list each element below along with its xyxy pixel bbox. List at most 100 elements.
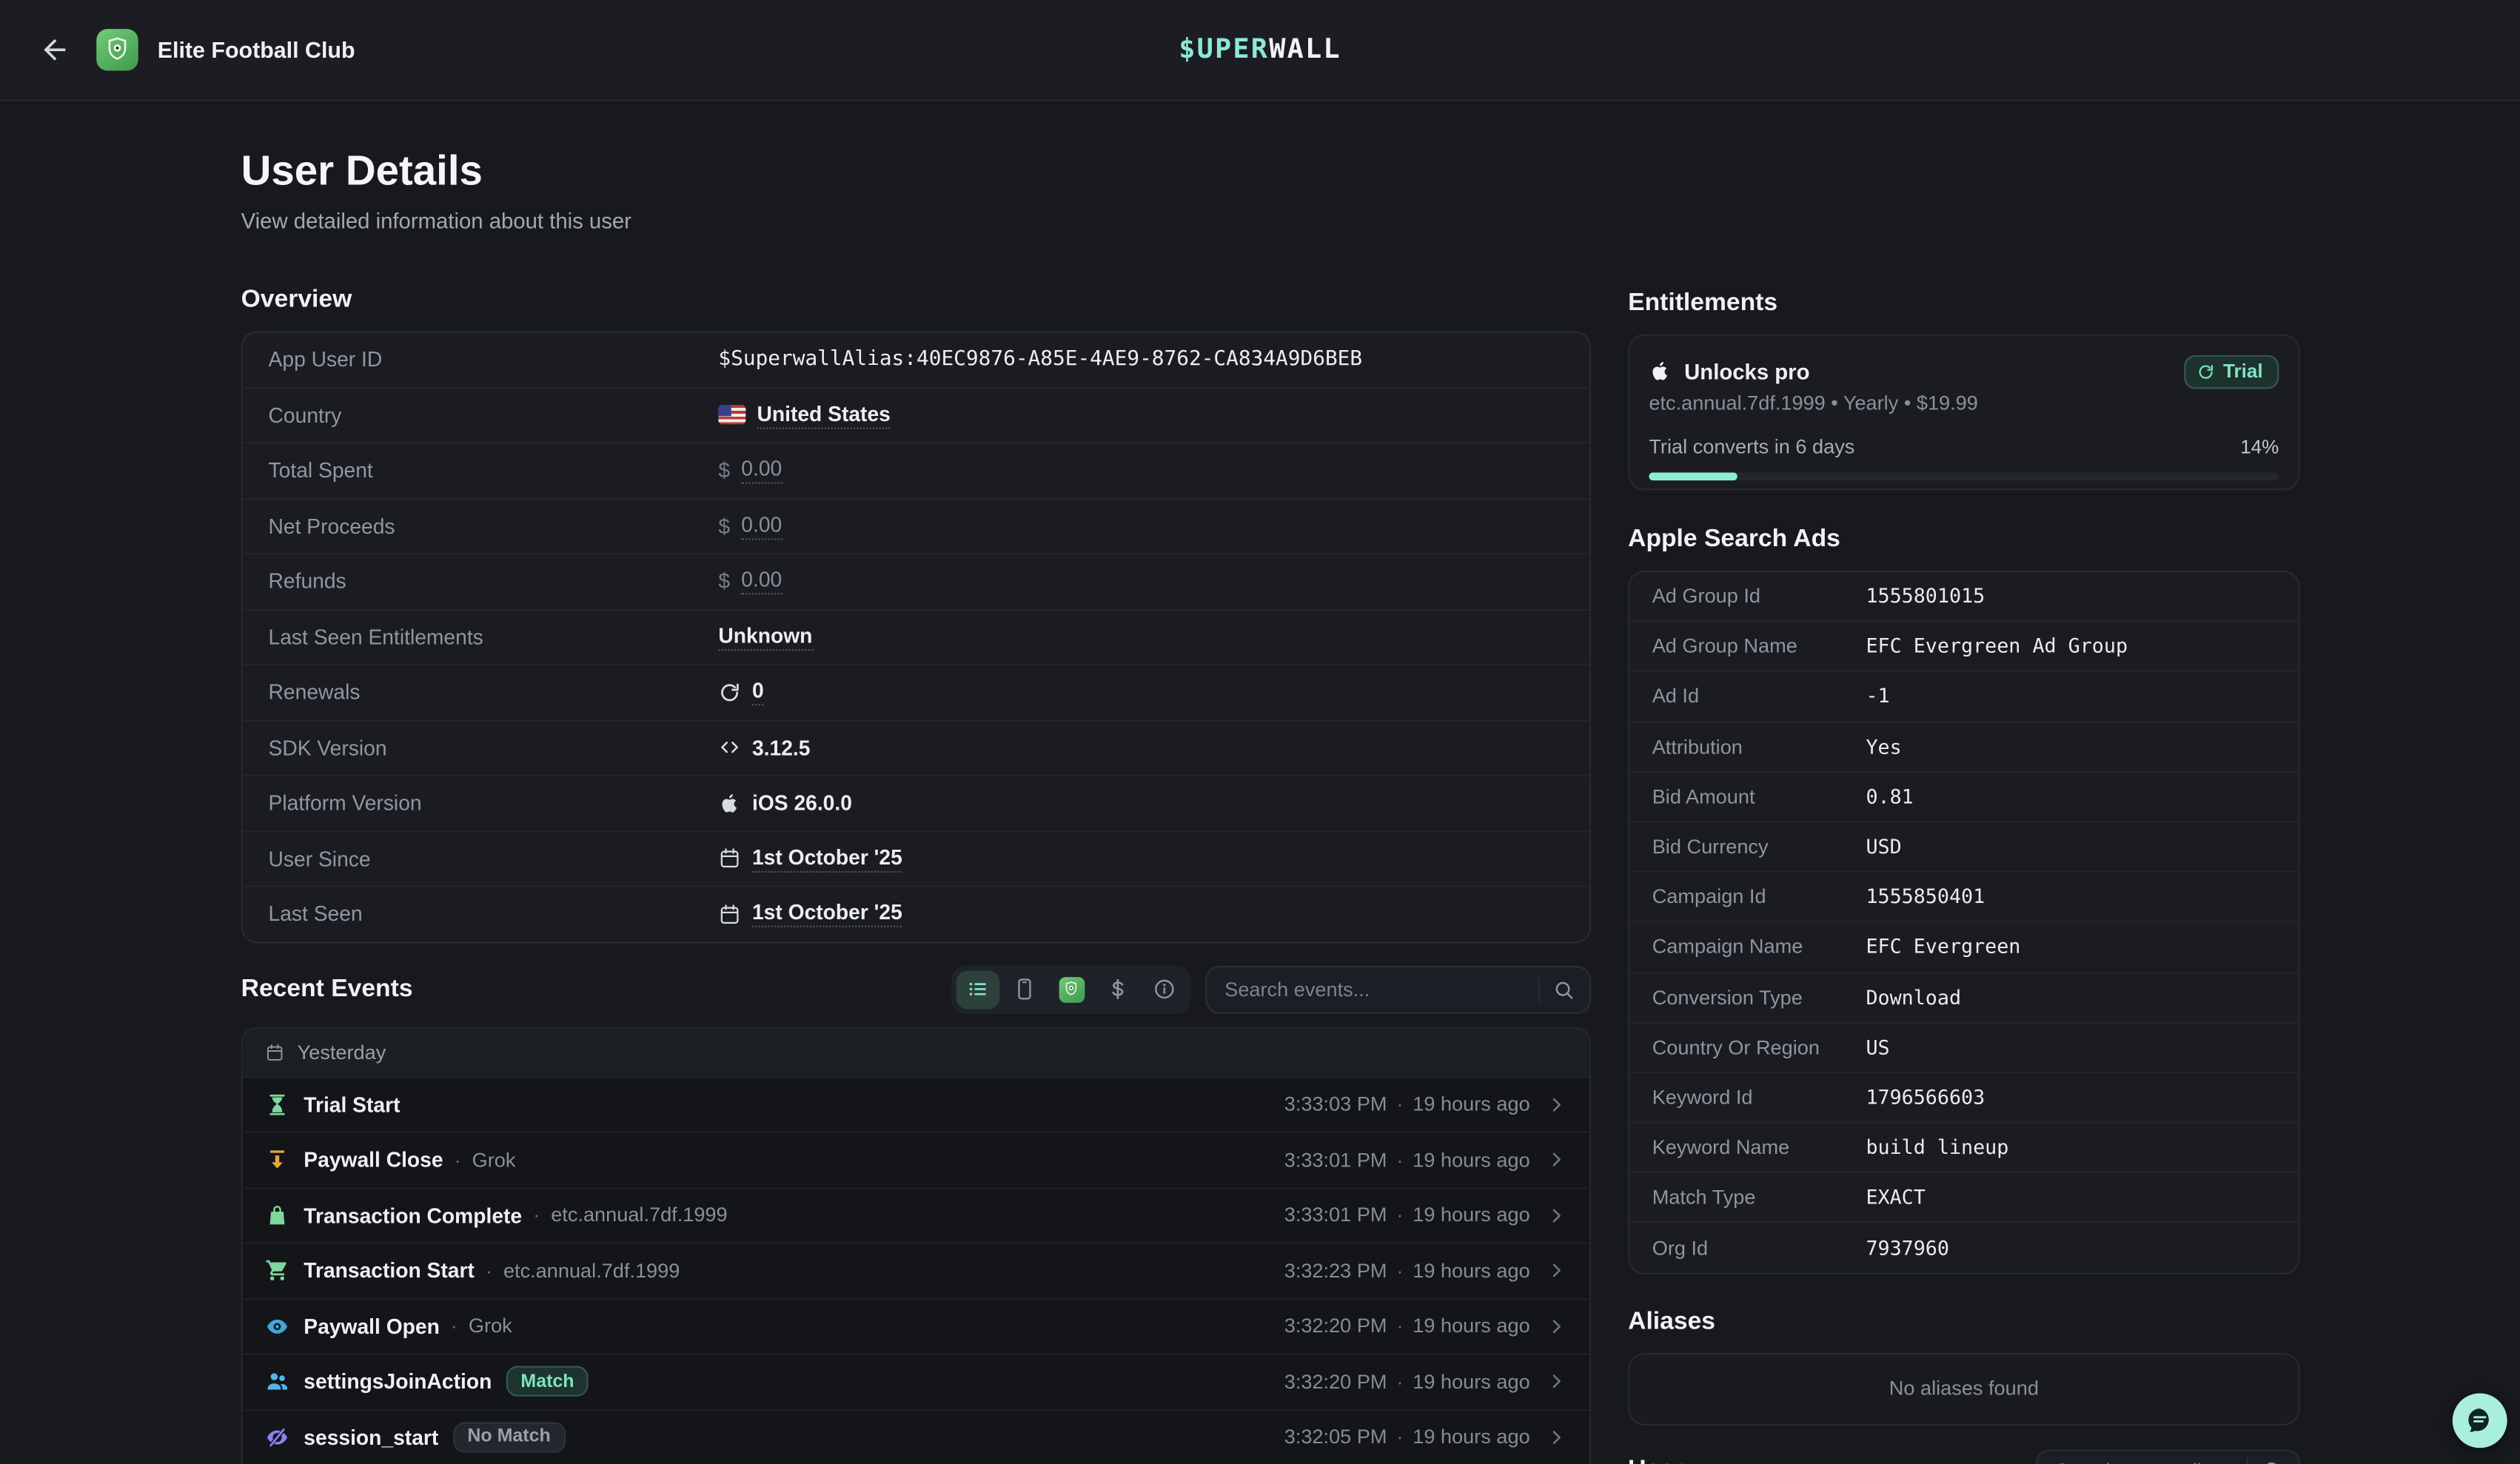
trial-converts-text: Trial converts in 6 days (1649, 435, 1854, 457)
event-time: 3:32:05 PM (1284, 1426, 1387, 1448)
asa-label: Match Type (1652, 1186, 1866, 1209)
aliases-card: No aliases found (1628, 1352, 2299, 1425)
overview-card: App User ID $SuperwallAlias:40EC9876-A85… (241, 331, 1592, 942)
asa-row: Ad Group Name EFC Evergreen Ad Group (1629, 621, 2298, 671)
eye-off-icon (265, 1425, 289, 1449)
event-name: session_start (304, 1425, 438, 1449)
events-heading: Recent Events (241, 973, 413, 1005)
apple-search-ads-heading: Apple Search Ads (1628, 524, 2299, 556)
refresh-icon (718, 681, 740, 703)
chevron-right-icon (1546, 1149, 1566, 1170)
us-flag-icon (718, 406, 745, 425)
event-name: Paywall Close (304, 1148, 443, 1172)
event-row[interactable]: Paywall Open·Grok 3:32:20 PM · 19 hours … (243, 1297, 1589, 1353)
filter-list-button[interactable] (956, 970, 1000, 1008)
asa-value: EFC Evergreen (1866, 936, 2020, 958)
asa-value: Download (1866, 986, 1961, 1008)
asa-row: Keyword Id 1796566603 (1629, 1072, 2298, 1122)
right-column: Entitlements Unlocks pro Trial etc.annua… (1628, 101, 2299, 1464)
event-relative-time: 19 hours ago (1413, 1093, 1529, 1115)
download-icon (265, 1148, 289, 1172)
overview-row: Net Proceeds $0.00 (243, 497, 1589, 553)
separator-dot: · (1397, 1204, 1404, 1226)
trial-progress-row: Trial converts in 6 days 14% (1649, 435, 2279, 457)
event-time: 3:33:01 PM (1284, 1149, 1387, 1171)
back-button[interactable] (38, 34, 70, 66)
separator-dot: · (1397, 1149, 1404, 1171)
events-searchbox[interactable] (1205, 965, 1591, 1013)
events-search-input[interactable] (1222, 976, 1529, 1002)
overview-label: Net Proceeds (269, 514, 719, 538)
filter-app-logo-button[interactable] (1050, 970, 1093, 1008)
overview-label: User Since (269, 847, 719, 871)
event-row[interactable]: session_startNo Match 3:32:05 PM · 19 ho… (243, 1408, 1589, 1464)
overview-row: Last Seen Entitlements Unknown (243, 608, 1589, 664)
overview-value: 0.00 (741, 568, 782, 595)
separator-dot: · (451, 1315, 458, 1337)
overview-heading: Overview (241, 284, 1592, 316)
event-row[interactable]: Paywall Close·Grok 3:33:01 PM · 19 hours… (243, 1132, 1589, 1187)
overview-value: 0.00 (741, 457, 782, 484)
overview-row: Platform Version iOS 26.0.0 (243, 775, 1589, 830)
entitlement-subtitle: etc.annual.7df.1999 • Yearly • $19.99 (1649, 392, 2279, 414)
apple-icon (1649, 360, 1671, 382)
event-row[interactable]: Transaction Complete·etc.annual.7df.1999… (243, 1186, 1589, 1242)
event-relative-time: 19 hours ago (1413, 1426, 1529, 1448)
currency-symbol: $ (718, 458, 730, 483)
chevron-right-icon (1546, 1371, 1566, 1392)
event-row[interactable]: Transaction Start·etc.annual.7df.1999 3:… (243, 1242, 1589, 1297)
app-logo-icon (96, 29, 138, 70)
user-attributes-searchbox[interactable] (2037, 1449, 2300, 1464)
asa-value: 7937960 (1866, 1237, 1949, 1259)
asa-label: Bid Amount (1652, 785, 1866, 807)
topbar: Elite Football Club $UPERWALL (0, 0, 2520, 101)
overview-value: 3.12.5 (752, 736, 810, 760)
page-title: User Details (241, 144, 1592, 195)
event-filter-segmented-control (951, 965, 1190, 1013)
apple-icon (718, 792, 740, 814)
event-subtitle: etc.annual.7df.1999 (551, 1204, 727, 1226)
event-row[interactable]: Trial Start 3:33:03 PM · 19 hours ago (243, 1076, 1589, 1132)
chat-button[interactable] (2453, 1393, 2507, 1448)
search-icon (1552, 978, 1575, 1000)
events-card: Yesterday Trial Start 3:33:03 PM · 19 ho… (241, 1026, 1592, 1464)
asa-row: Ad Group Id 1555801015 (1629, 572, 2298, 621)
asa-value: 1555850401 (1866, 886, 1985, 908)
asa-label: Campaign Id (1652, 886, 1866, 908)
chevron-right-icon (1546, 1427, 1566, 1448)
logo-prefix: $UPER (1179, 34, 1269, 66)
overview-row: App User ID $SuperwallAlias:40EC9876-A85… (243, 332, 1589, 386)
event-row[interactable]: settingsJoinActionMatch 3:32:20 PM · 19 … (243, 1353, 1589, 1408)
trial-clock-icon (2197, 363, 2215, 380)
asa-row: Campaign Id 1555850401 (1629, 871, 2298, 921)
separator-dot: · (1397, 1426, 1404, 1448)
asa-label: Attribution (1652, 736, 1866, 758)
overview-label: App User ID (269, 348, 719, 372)
asa-row: Match Type EXACT (1629, 1172, 2298, 1222)
asa-label: Bid Currency (1652, 836, 1866, 858)
asa-value: Yes (1866, 736, 1901, 758)
filter-info-button[interactable] (1143, 970, 1187, 1008)
asa-label: Keyword Name (1652, 1136, 1866, 1158)
event-time: 3:32:23 PM (1284, 1260, 1387, 1282)
trial-progress-bar (1649, 472, 2279, 480)
entitlement-name: Unlocks pro (1684, 359, 1809, 383)
asa-label: Keyword Id (1652, 1087, 1866, 1109)
user-attributes-search-input[interactable] (2052, 1457, 2237, 1464)
overview-row: User Since 1st October '25 (243, 830, 1589, 885)
chevron-right-icon (1546, 1205, 1566, 1226)
asa-label: Country Or Region (1652, 1036, 1866, 1058)
entitlements-heading: Entitlements (1628, 288, 2299, 320)
overview-value: 1st October '25 (752, 845, 902, 873)
events-toolbar (951, 965, 1591, 1013)
asa-value: 1555801015 (1866, 585, 1985, 608)
event-name: Trial Start (304, 1092, 400, 1117)
trial-progress-fill (1649, 472, 1737, 480)
filter-phone-button[interactable] (1003, 970, 1047, 1008)
asa-row: Bid Currency USD (1629, 821, 2298, 871)
search-divider (1538, 976, 1540, 1002)
filter-dollar-button[interactable] (1096, 970, 1140, 1008)
asa-row: Conversion Type Download (1629, 972, 2298, 1022)
overview-label: Platform Version (269, 791, 719, 816)
asa-value: EXACT (1866, 1186, 1925, 1209)
